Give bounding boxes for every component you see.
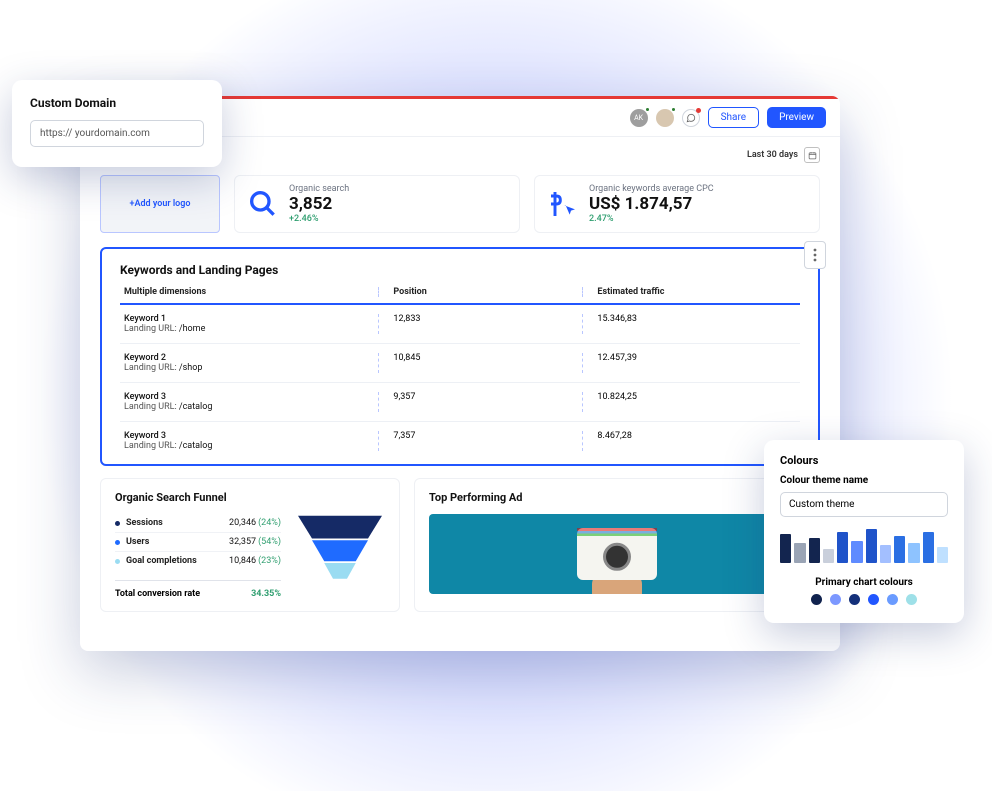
colours-card: Colours Colour theme name Primary chart … [764, 440, 964, 623]
panel-menu-button[interactable] [804, 241, 826, 269]
stat-delta: 2.47% [589, 214, 714, 224]
dashboard-window: AK Share Preview Last 30 days +Add your … [80, 96, 840, 651]
funnel-chart [295, 514, 385, 584]
col-header-dimensions: Multiple dimensions [120, 287, 378, 297]
search-icon [247, 188, 279, 220]
top-ad-card: Top Performing Ad [414, 478, 820, 612]
preview-button[interactable]: Preview [767, 107, 826, 128]
colour-swatch[interactable] [811, 594, 822, 605]
col-header-position: Position [378, 287, 582, 297]
stat-delta: +2.46% [289, 214, 349, 224]
stat-label: Organic search [289, 184, 349, 194]
table-row: Keyword 3Landing URL: /catalog7,3578.467… [120, 422, 800, 460]
colour-swatch[interactable] [849, 594, 860, 605]
colour-swatch[interactable] [868, 594, 879, 605]
total-conv-label: Total conversion rate [115, 589, 200, 599]
panel-title: Keywords and Landing Pages [120, 263, 800, 277]
share-button[interactable]: Share [708, 107, 759, 128]
colour-swatch[interactable] [830, 594, 841, 605]
table-row: Keyword 3Landing URL: /catalog9,35710.82… [120, 383, 800, 422]
keywords-panel: Keywords and Landing Pages Multiple dime… [100, 247, 820, 466]
funnel-title: Organic Search Funnel [115, 491, 385, 504]
avatar[interactable] [656, 109, 674, 127]
colour-theme-label: Colour theme name [780, 475, 948, 486]
notifications-icon[interactable] [682, 109, 700, 127]
total-conv-value: 34.35% [251, 589, 281, 599]
colour-preview-chart [780, 527, 948, 563]
colours-title: Colours [780, 454, 948, 467]
funnel-row: Sessions20,346 (24%) [115, 514, 281, 533]
stat-label: Organic keywords average CPC [589, 184, 714, 194]
stat-value: US$ 1.874,57 [589, 194, 714, 214]
primary-colour-swatches [780, 594, 948, 605]
funnel-row: Goal completions10,846 (23%) [115, 552, 281, 570]
colour-swatch[interactable] [887, 594, 898, 605]
stat-value: 3,852 [289, 194, 349, 214]
ad-image [429, 514, 805, 594]
top-ad-title: Top Performing Ad [429, 491, 805, 504]
table-row: Keyword 1Landing URL: /home12,83315.346,… [120, 305, 800, 344]
funnel-row: Users32,357 (54%) [115, 533, 281, 552]
stat-organic-search: Organic search 3,852 +2.46% [234, 175, 520, 233]
primary-colours-label: Primary chart colours [780, 577, 948, 588]
custom-domain-card: Custom Domain [12, 80, 222, 167]
calendar-icon [804, 147, 820, 163]
dollar-click-icon [547, 188, 579, 220]
custom-domain-title: Custom Domain [30, 96, 204, 110]
funnel-card: Organic Search Funnel Sessions20,346 (24… [100, 478, 400, 612]
colour-theme-input[interactable] [780, 492, 948, 517]
add-logo-button[interactable]: +Add your logo [100, 175, 220, 233]
avatar-ak[interactable]: AK [630, 109, 648, 127]
custom-domain-input[interactable] [30, 120, 204, 147]
date-range-label: Last 30 days [747, 150, 798, 160]
col-header-traffic: Estimated traffic [582, 287, 800, 297]
table-row: Keyword 2Landing URL: /shop10,84512.457,… [120, 344, 800, 383]
colour-swatch[interactable] [906, 594, 917, 605]
stat-avg-cpc: Organic keywords average CPC US$ 1.874,5… [534, 175, 820, 233]
